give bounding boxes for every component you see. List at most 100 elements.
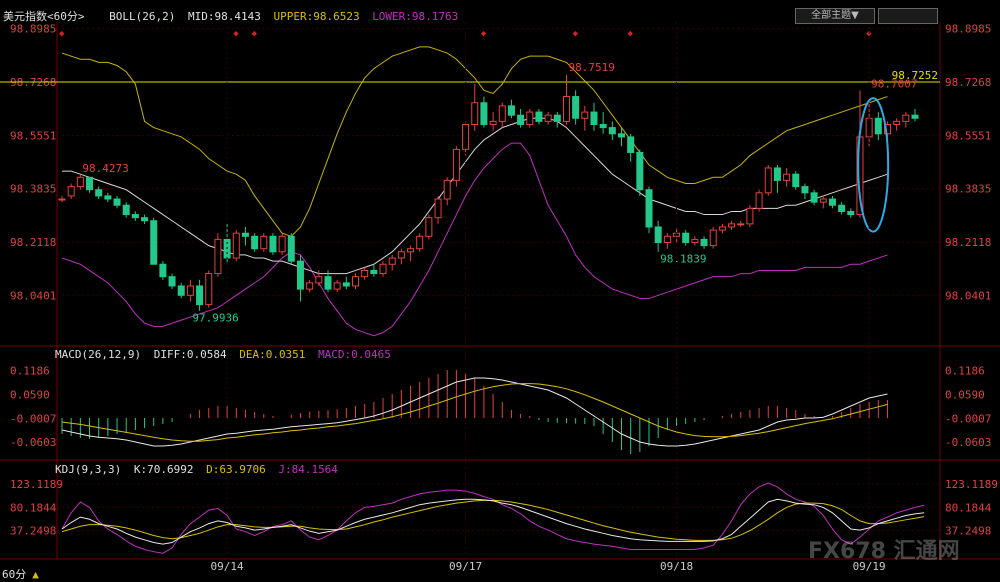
y-tick-label-right: 98.3835 (945, 183, 991, 196)
candle-body (67, 186, 75, 197)
symbol-label[interactable]: 美元指数<60分> (3, 10, 85, 23)
candle-body (205, 273, 213, 306)
candle-body (388, 257, 396, 265)
candle-body (553, 114, 561, 122)
candle-body (370, 269, 378, 275)
boll-mid-value: MID:98.4143 (187, 10, 261, 23)
candle-body (572, 96, 580, 119)
y-tick-label-right: -0.0603 (945, 436, 991, 449)
candle-body (544, 114, 552, 122)
y-tick-label-right: 0.1186 (945, 365, 985, 378)
candle-body (104, 195, 112, 200)
y-tick-label-left: 0.0590 (10, 388, 50, 401)
toolbar-button[interactable] (878, 8, 938, 24)
candle-body (746, 207, 754, 225)
y-tick-label-left: -0.0007 (10, 412, 56, 425)
kdj-k-line (61, 498, 925, 545)
candle-body (480, 102, 488, 125)
y-tick-label-left: 80.1844 (10, 501, 57, 514)
boll-mid-line (62, 117, 888, 275)
candle-body (682, 232, 690, 244)
candle-body (333, 282, 341, 290)
y-tick-label-right: 98.7268 (945, 76, 991, 89)
candle-body (287, 235, 295, 262)
candle-body (260, 235, 268, 250)
candle-body (296, 260, 304, 290)
macd-macd-value: MACD:0.0465 (318, 348, 391, 361)
candle-body (471, 102, 479, 125)
candle-body (241, 232, 249, 237)
candle-body (489, 120, 497, 125)
signal-marker-icon: ◆ (252, 29, 258, 39)
signal-marker-icon: ◆ (573, 29, 579, 39)
candle-body (874, 117, 882, 135)
boll-upper-value: UPPER:98.6523 (273, 10, 360, 23)
boll-lower-value: LOWER:98.1763 (372, 10, 459, 23)
candle-body (893, 120, 901, 125)
signal-marker-icon: ◆ (233, 29, 239, 39)
y-tick-label-right: 80.1844 (945, 501, 992, 514)
candle-body (828, 198, 836, 206)
price-annotation: 97.9936 (192, 312, 238, 325)
candle-body (141, 217, 149, 222)
candle-body (728, 223, 736, 228)
signal-marker-icon: ◆ (628, 29, 634, 39)
kdj-k-value: K:70.6992 (133, 463, 194, 476)
candle-body (599, 123, 607, 129)
candle-body (819, 198, 827, 203)
boll-lower-line (61, 142, 888, 337)
signal-marker-icon: ◆ (59, 29, 65, 39)
price-header: 美元指数<60分> BOLL(26,2) MID:98.4143 UPPER:9… (3, 8, 464, 24)
candle-body (663, 235, 671, 244)
y-tick-label-left: 98.8985 (10, 23, 56, 36)
stock-chart: 98.8985 98.898598.7268 98.726898.5551 98.55… (0, 22, 1000, 573)
candle-body (95, 189, 103, 197)
y-tick-label-left: 98.5551 (10, 129, 56, 142)
candle-body (526, 111, 534, 125)
candle-body (150, 220, 158, 265)
candle-body (783, 173, 791, 181)
candle-body (425, 217, 433, 237)
kdj-header: KDJ(9,3,3) K:70.6992 D:63.9706 J:84.1564 (55, 463, 344, 476)
kdj-j-value: J:84.1564 (278, 463, 338, 476)
candle-body (352, 276, 360, 287)
price-annotation: 98.1839 (660, 253, 706, 266)
candle-body (636, 151, 644, 191)
kdj-d-value: D:63.9706 (206, 463, 266, 476)
candle-body (416, 235, 424, 250)
candle-body (86, 176, 94, 191)
candle-body (764, 167, 772, 194)
y-tick-label-left: 98.2118 (10, 236, 56, 249)
candle-body (507, 105, 515, 116)
candle-body (838, 204, 846, 212)
y-tick-label-right: 0.0590 (945, 388, 985, 401)
candle-body (645, 189, 653, 228)
candle-body (498, 105, 506, 122)
y-tick-label-left: 0.1186 (10, 365, 50, 378)
candle-body (443, 179, 451, 200)
candle-body (315, 276, 323, 284)
candle-body (278, 235, 286, 253)
candle-body (379, 263, 387, 275)
period-footer[interactable]: 60分 ▲ (2, 566, 45, 582)
candle-body (737, 223, 745, 226)
candle-body (581, 111, 589, 119)
theme-dropdown[interactable]: 全部主题▼ (795, 8, 875, 24)
price-annotation: 98.4273 (82, 162, 128, 175)
y-tick-label-right: 123.1189 (945, 478, 998, 491)
y-tick-label-left: 98.0401 (10, 289, 56, 302)
macd-label: MACD(26,12,9) (55, 348, 142, 361)
candle-body (113, 198, 121, 206)
y-tick-label-left: 98.3835 (10, 183, 56, 196)
candle-body (627, 136, 635, 153)
candle-body (159, 263, 167, 278)
candle-body (76, 176, 84, 188)
y-tick-label-right: 98.2118 (945, 236, 991, 249)
kdj-d-line (61, 499, 925, 541)
x-tick-label: 09/18 (660, 560, 693, 573)
watermark: FX678 汇通网 (808, 539, 960, 564)
macd-dea-value: DEA:0.0351 (239, 348, 306, 361)
candle-body (755, 192, 763, 209)
candle-body (269, 235, 277, 253)
candle-body (801, 186, 809, 194)
